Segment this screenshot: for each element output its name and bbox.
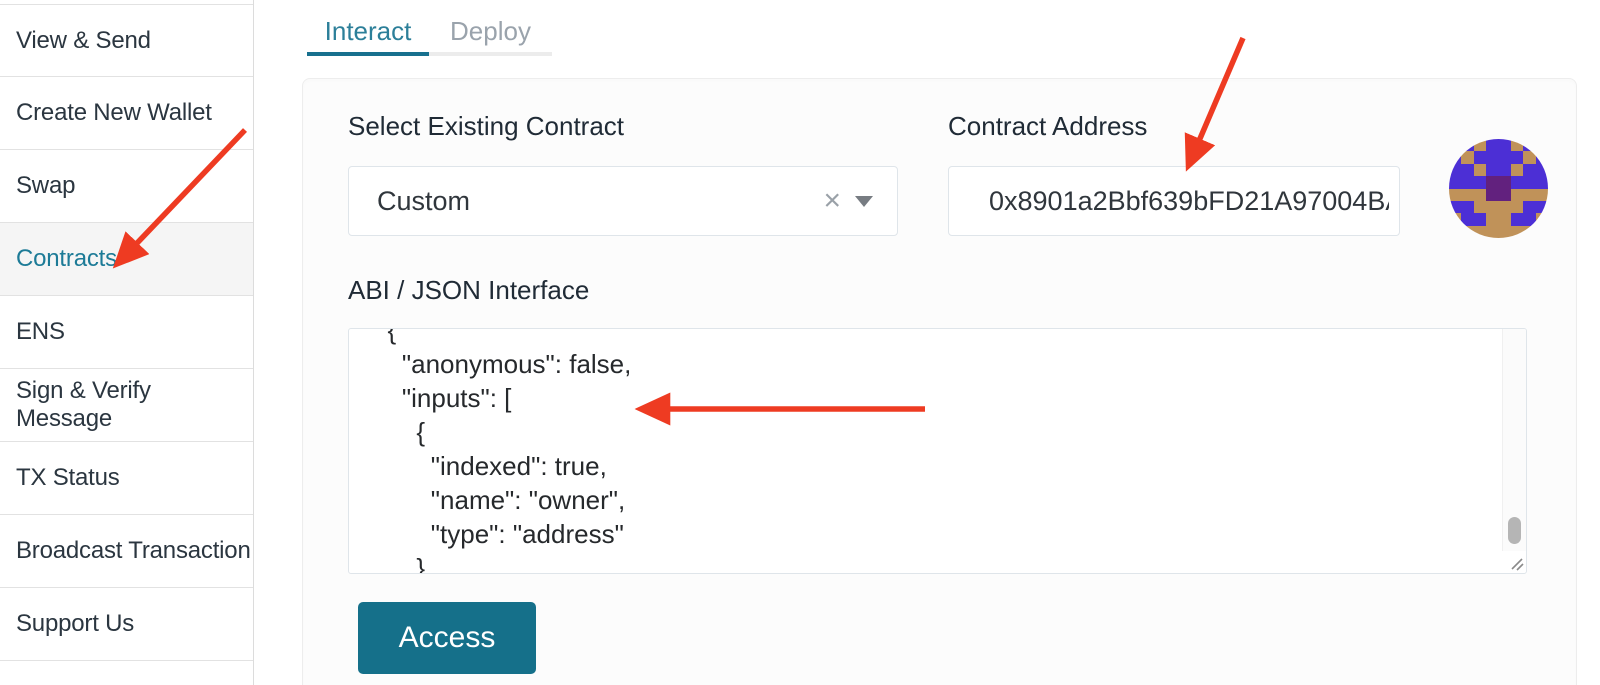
contract-address-input[interactable] xyxy=(948,166,1400,236)
contracts-page: View & SendCreate New WalletSwapContract… xyxy=(0,0,1600,685)
abi-scrollbar-thumb[interactable] xyxy=(1508,517,1521,544)
sidebar-item-broadcast-transaction[interactable]: Broadcast Transaction xyxy=(0,515,253,588)
contract-address-label: Contract Address xyxy=(948,111,1147,142)
chevron-down-icon[interactable] xyxy=(855,196,873,207)
tab-deploy[interactable]: Deploy xyxy=(429,10,552,56)
sidebar-item-create-new-wallet[interactable]: Create New Wallet xyxy=(0,77,253,150)
interact-card: Select Existing Contract Custom × Contra… xyxy=(302,78,1577,685)
sidebar-menu: View & SendCreate New WalletSwapContract… xyxy=(0,4,253,661)
abi-text-viewport: [ { "anonymous": false, "inputs": [ { "i… xyxy=(349,329,1502,573)
textarea-resize-handle[interactable] xyxy=(1503,552,1525,572)
sidebar: View & SendCreate New WalletSwapContract… xyxy=(0,0,254,685)
abi-json-interface-label: ABI / JSON Interface xyxy=(348,275,589,306)
sidebar-item-swap[interactable]: Swap xyxy=(0,150,253,223)
abi-scrollbar-track[interactable] xyxy=(1502,329,1526,551)
sidebar-item-ens[interactable]: ENS xyxy=(0,296,253,369)
access-button[interactable]: Access xyxy=(358,602,536,674)
sidebar-item-support-us[interactable]: Support Us xyxy=(0,588,253,661)
sidebar-item-view-send[interactable]: View & Send xyxy=(0,4,253,77)
select-existing-contract-label: Select Existing Contract xyxy=(348,111,624,142)
abi-textarea[interactable]: [ { "anonymous": false, "inputs": [ { "i… xyxy=(348,328,1527,574)
sidebar-item-sign-verify-message[interactable]: Sign & Verify Message xyxy=(0,369,253,442)
existing-contract-select[interactable]: Custom × xyxy=(348,166,898,236)
sidebar-item-tx-status[interactable]: TX Status xyxy=(0,442,253,515)
clear-selection-icon[interactable]: × xyxy=(809,186,855,216)
sidebar-item-contracts[interactable]: Contracts xyxy=(0,223,253,296)
tab-bar: Interact Deploy xyxy=(307,10,552,56)
selected-contract-value: Custom xyxy=(349,186,809,217)
abi-json-content: [ { "anonymous": false, "inputs": [ { "i… xyxy=(349,329,1502,573)
tab-interact[interactable]: Interact xyxy=(307,10,429,56)
address-identicon-avatar xyxy=(1449,139,1548,238)
